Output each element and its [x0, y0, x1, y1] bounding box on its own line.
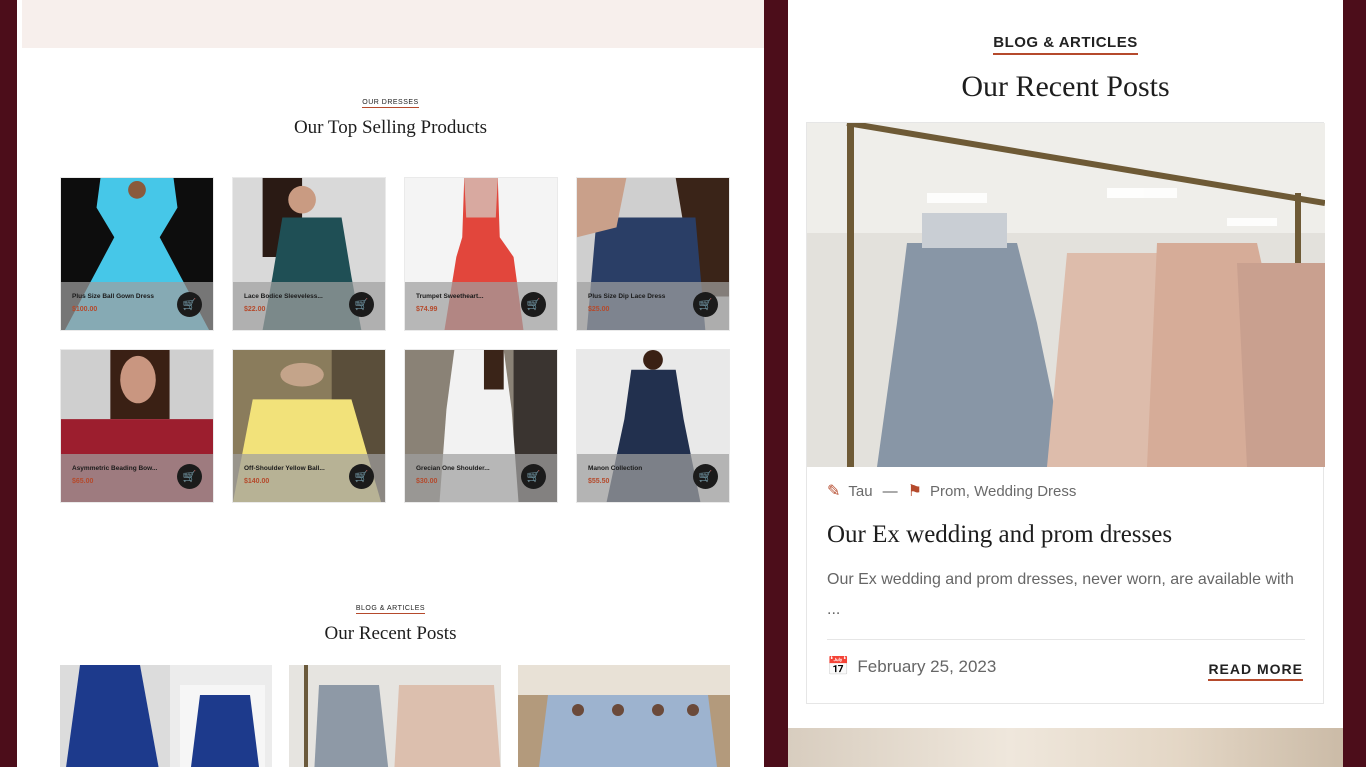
- blog-post-thumbnail[interactable]: [518, 665, 730, 767]
- post-date-text: February 25, 2023: [857, 656, 997, 676]
- product-name[interactable]: Plus Size Ball Gown Dress: [72, 293, 182, 300]
- blog-post-thumbnail[interactable]: [60, 665, 272, 767]
- calendar-icon: 📅: [827, 656, 850, 676]
- tag-icon: ⚑: [907, 483, 922, 500]
- post-meta: ✎ Tau — ⚑ Prom, Wedding Dress: [827, 481, 1076, 501]
- product-card[interactable]: Plus Size Ball Gown Dress $100.00 🛒: [60, 177, 214, 331]
- product-card[interactable]: Grecian One Shoulder... $30.00 🛒: [404, 349, 558, 503]
- product-card[interactable]: Off-Shoulder Yellow Ball... $140.00 🛒: [232, 349, 386, 503]
- add-to-cart-button[interactable]: 🛒: [521, 464, 546, 489]
- read-more-link[interactable]: READ MORE: [1208, 661, 1303, 681]
- blog-title: Our Recent Posts: [961, 70, 1170, 103]
- add-to-cart-button[interactable]: 🛒: [349, 292, 374, 317]
- add-to-cart-button[interactable]: 🛒: [693, 464, 718, 489]
- basket-icon: 🛒: [354, 471, 369, 483]
- divider: [827, 639, 1305, 640]
- products-title: Our Top Selling Products: [293, 117, 488, 138]
- blog-eyebrow: BLOG & ARTICLES: [788, 34, 1343, 55]
- product-card[interactable]: Plus Size Dip Lace Dress $25.00 🛒: [576, 177, 730, 331]
- products-eyebrow: OUR DRESSES: [362, 99, 419, 108]
- blog-post-card: ✎ Tau — ⚑ Prom, Wedding Dress Our Ex wed…: [806, 122, 1325, 704]
- add-to-cart-button[interactable]: 🛒: [693, 292, 718, 317]
- add-to-cart-button[interactable]: 🛒: [177, 292, 202, 317]
- product-card[interactable]: Trumpet Sweetheart... $74.99 🛒: [404, 177, 558, 331]
- basket-icon: 🛒: [698, 299, 713, 311]
- basket-icon: 🛒: [526, 299, 541, 311]
- basket-icon: 🛒: [526, 471, 541, 483]
- blog-eyebrow-small: BLOG & ARTICLES: [355, 605, 426, 614]
- basket-icon: 🛒: [698, 471, 713, 483]
- add-to-cart-button[interactable]: 🛒: [177, 464, 202, 489]
- product-name[interactable]: Trumpet Sweetheart...: [416, 293, 526, 300]
- blog-title-small: Our Recent Posts: [324, 623, 457, 644]
- post-excerpt: Our Ex wedding and prom dresses, never w…: [827, 571, 1294, 618]
- blog-posts-row: [60, 665, 730, 767]
- product-name[interactable]: Grecian One Shoulder...: [416, 465, 526, 472]
- add-to-cart-button[interactable]: 🛒: [521, 292, 546, 317]
- product-card[interactable]: Asymmetric Beading Bow... $65.00 🛒: [60, 349, 214, 503]
- product-card[interactable]: Manon Collection $55.50 🛒: [576, 349, 730, 503]
- next-section-image: [788, 728, 1343, 767]
- post-author[interactable]: Tau: [848, 483, 872, 500]
- product-name[interactable]: Lace Bodice Sleeveless...: [244, 293, 354, 300]
- product-name[interactable]: Manon Collection: [588, 465, 698, 472]
- right-page-panel: BLOG & ARTICLES Our Recent Posts ✎ Tau —…: [788, 0, 1343, 767]
- basket-icon: 🛒: [182, 299, 197, 311]
- blog-post-image[interactable]: [807, 123, 1325, 467]
- product-name[interactable]: Plus Size Dip Lace Dress: [588, 293, 698, 300]
- product-name[interactable]: Off-Shoulder Yellow Ball...: [244, 465, 354, 472]
- meta-separator: —: [882, 482, 898, 500]
- user-edit-icon: ✎: [827, 483, 841, 500]
- post-categories[interactable]: Prom, Wedding Dress: [930, 483, 1076, 500]
- post-title[interactable]: Our Ex wedding and prom dresses: [827, 521, 1172, 549]
- post-date: 📅 February 25, 2023: [827, 656, 996, 677]
- product-grid: Plus Size Ball Gown Dress $100.00 🛒 Lace…: [60, 177, 730, 503]
- blog-post-thumbnail[interactable]: [289, 665, 501, 767]
- basket-icon: 🛒: [182, 471, 197, 483]
- product-card[interactable]: Lace Bodice Sleeveless... $22.00 🛒: [232, 177, 386, 331]
- add-to-cart-button[interactable]: 🛒: [349, 464, 374, 489]
- left-page-panel: OUR DRESSES Our Top Selling Products Plu…: [17, 0, 764, 767]
- hero-banner-bottom: [22, 0, 764, 48]
- product-name[interactable]: Asymmetric Beading Bow...: [72, 465, 182, 472]
- basket-icon: 🛒: [354, 299, 369, 311]
